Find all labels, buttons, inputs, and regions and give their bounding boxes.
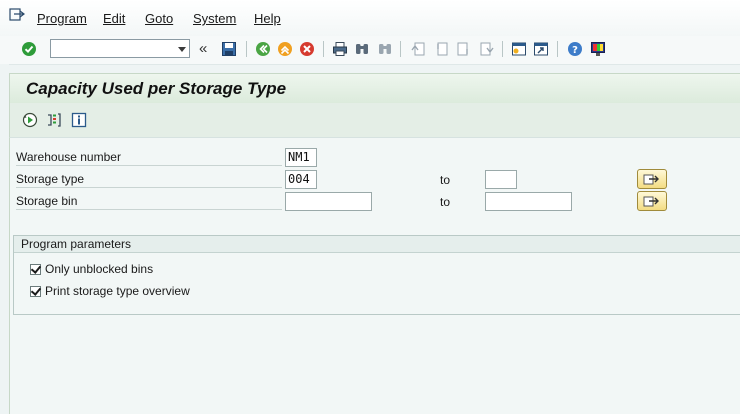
- menu-goto-label: Goto: [145, 11, 174, 26]
- print-storage-type-overview-option[interactable]: Print storage type overview: [30, 284, 190, 298]
- storage-bin-to-input[interactable]: [485, 192, 572, 211]
- execute-icon[interactable]: [21, 111, 39, 129]
- system-toolbar: « ?: [0, 36, 740, 65]
- create-session-icon[interactable]: [510, 40, 528, 58]
- program-parameters-title: Program parameters: [14, 236, 740, 253]
- menu-bar: Program Edit Goto System Help: [0, 0, 740, 36]
- menu-program[interactable]: Program: [37, 11, 87, 26]
- toolbar-separator: [502, 41, 503, 57]
- storage-bin-to-label: to: [440, 195, 451, 209]
- print-storage-type-overview-label: Print storage type overview: [45, 284, 190, 298]
- enter-icon[interactable]: [20, 40, 38, 58]
- storage-bin-multiple-selection-button[interactable]: [637, 191, 667, 211]
- customize-layout-icon[interactable]: [589, 40, 607, 58]
- selection-options-icon[interactable]: [45, 111, 63, 129]
- left-border: [0, 64, 9, 414]
- chevron-down-icon[interactable]: [178, 47, 186, 52]
- menu-help[interactable]: Help: [254, 11, 281, 26]
- storage-bin-label: Storage bin: [16, 193, 282, 210]
- toolbar-separator: [323, 41, 324, 57]
- menu-program-label: Program: [37, 11, 87, 26]
- back-icon[interactable]: [254, 40, 272, 58]
- toolbar-separator: [246, 41, 247, 57]
- storage-type-input[interactable]: 004: [285, 170, 317, 189]
- warehouse-number-input[interactable]: NM1: [285, 148, 317, 167]
- only-unblocked-bins-option[interactable]: Only unblocked bins: [30, 262, 153, 276]
- only-unblocked-bins-checkbox[interactable]: [30, 262, 42, 275]
- storage-type-label: Storage type: [16, 171, 282, 188]
- first-page-icon[interactable]: [409, 40, 427, 58]
- system-menu-icon[interactable]: [9, 8, 25, 22]
- page-title: Capacity Used per Storage Type: [26, 79, 287, 98]
- storage-type-to-label: to: [440, 173, 451, 187]
- last-page-icon[interactable]: [478, 40, 496, 58]
- print-storage-type-overview-checkbox[interactable]: [30, 284, 42, 297]
- menu-help-label: Help: [254, 11, 281, 26]
- storage-type-multiple-selection-button[interactable]: [637, 169, 667, 189]
- storage-type-to-input[interactable]: [485, 170, 517, 189]
- svg-text:?: ?: [572, 45, 578, 56]
- menu-edit[interactable]: Edit: [103, 11, 125, 26]
- menu-goto[interactable]: Goto: [145, 11, 173, 26]
- menu-system[interactable]: System: [193, 11, 236, 26]
- multiple-selection-icon: [643, 196, 659, 207]
- collapse-command-icon[interactable]: «: [199, 40, 207, 57]
- application-toolbar: [9, 103, 740, 137]
- toolbar-separator: [400, 41, 401, 57]
- shortcut-icon[interactable]: [532, 40, 550, 58]
- storage-bin-input[interactable]: [285, 192, 372, 211]
- only-unblocked-bins-label: Only unblocked bins: [45, 262, 154, 276]
- help-icon[interactable]: ?: [566, 40, 584, 58]
- next-page-icon[interactable]: [455, 40, 473, 58]
- title-bar: Capacity Used per Storage Type: [9, 73, 740, 103]
- cancel-icon[interactable]: [298, 40, 316, 58]
- print-icon[interactable]: [331, 40, 349, 58]
- info-icon[interactable]: [70, 111, 88, 129]
- menu-system-label: System: [193, 11, 237, 26]
- menu-edit-label: Edit: [103, 11, 126, 26]
- program-parameters-group: Program parameters Only unblocked bins P…: [13, 235, 740, 315]
- warehouse-number-label: Warehouse number: [16, 149, 282, 166]
- previous-page-icon[interactable]: [432, 40, 450, 58]
- find-icon[interactable]: [353, 40, 371, 58]
- exit-icon[interactable]: [276, 40, 294, 58]
- command-field[interactable]: [50, 39, 190, 58]
- multiple-selection-icon: [643, 174, 659, 185]
- find-next-icon[interactable]: [376, 40, 394, 58]
- save-icon[interactable]: [220, 40, 238, 58]
- toolbar-separator: [557, 41, 558, 57]
